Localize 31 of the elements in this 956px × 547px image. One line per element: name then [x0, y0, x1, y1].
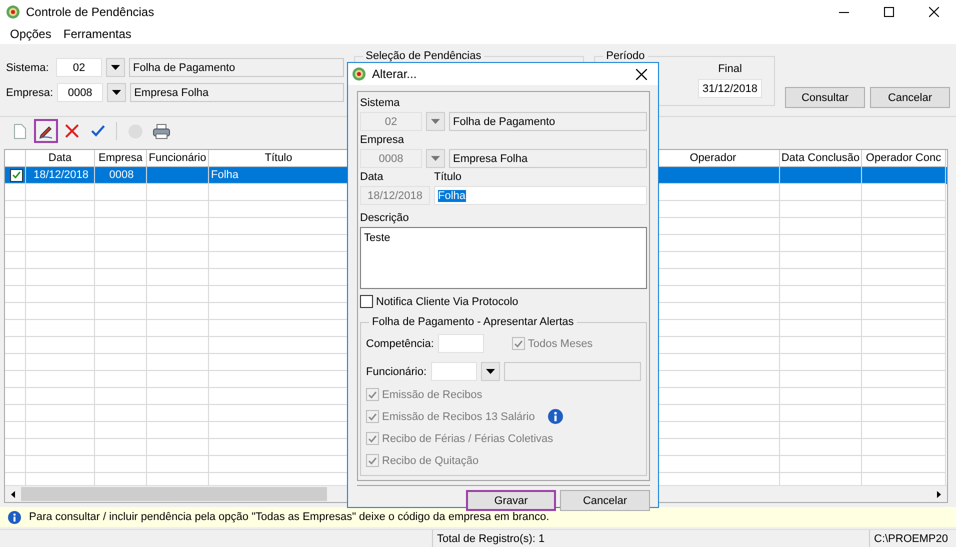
name-field: Folha de Pagamento: [449, 112, 647, 131]
field-label: Sistema: [360, 96, 401, 110]
group-legend: Período: [603, 50, 648, 62]
name-field: Empresa Folha: [449, 149, 647, 168]
info-text: Para consultar / incluir pendência pela opção "Todas as Empresas" deixe o código da empresa em branco.: [29, 511, 550, 523]
table-cell: 18/12/2018: [33, 169, 89, 181]
field-label: Competência:: [366, 338, 434, 350]
checkbox-label: Emissão de Recibos: [382, 388, 482, 400]
field-label: Empresa: [360, 133, 406, 147]
window-title: Controle de Pendências: [26, 5, 154, 19]
checkbox-label: Notifica Cliente Via Protocolo: [376, 296, 518, 308]
field-label: Sistema:: [6, 62, 50, 74]
group-legend: Folha de Pagamento - Apresentar Alertas: [369, 316, 577, 328]
checkbox-label: Todos Meses: [528, 338, 593, 350]
status-panel: Total de Registro(s): 1: [432, 530, 869, 547]
checkbox-label: Recibo de Quitação: [382, 454, 479, 466]
dialog-title: Alterar...: [372, 67, 417, 81]
field-label: Data: [360, 170, 384, 184]
checkbox-label: Emissão de Recibos 13 Salário: [382, 410, 535, 422]
checkbox-label: Recibo de Férias / Férias Coletivas: [382, 432, 554, 444]
table-cell: Folha: [211, 169, 239, 181]
name-field: Folha de Pagamento: [129, 58, 344, 77]
field-label: Final: [718, 63, 742, 75]
field-label: Funcionário:: [366, 366, 427, 378]
name-field: Empresa Folha: [130, 83, 344, 102]
table-cell: 0008: [109, 169, 134, 181]
group-legend: Seleção de Pendências: [362, 50, 484, 62]
status-panel: C:\PROEMP20: [869, 530, 956, 547]
field-label: Empresa:: [6, 86, 54, 98]
field-label: Título: [434, 170, 462, 184]
field-label: Descrição: [360, 211, 410, 225]
